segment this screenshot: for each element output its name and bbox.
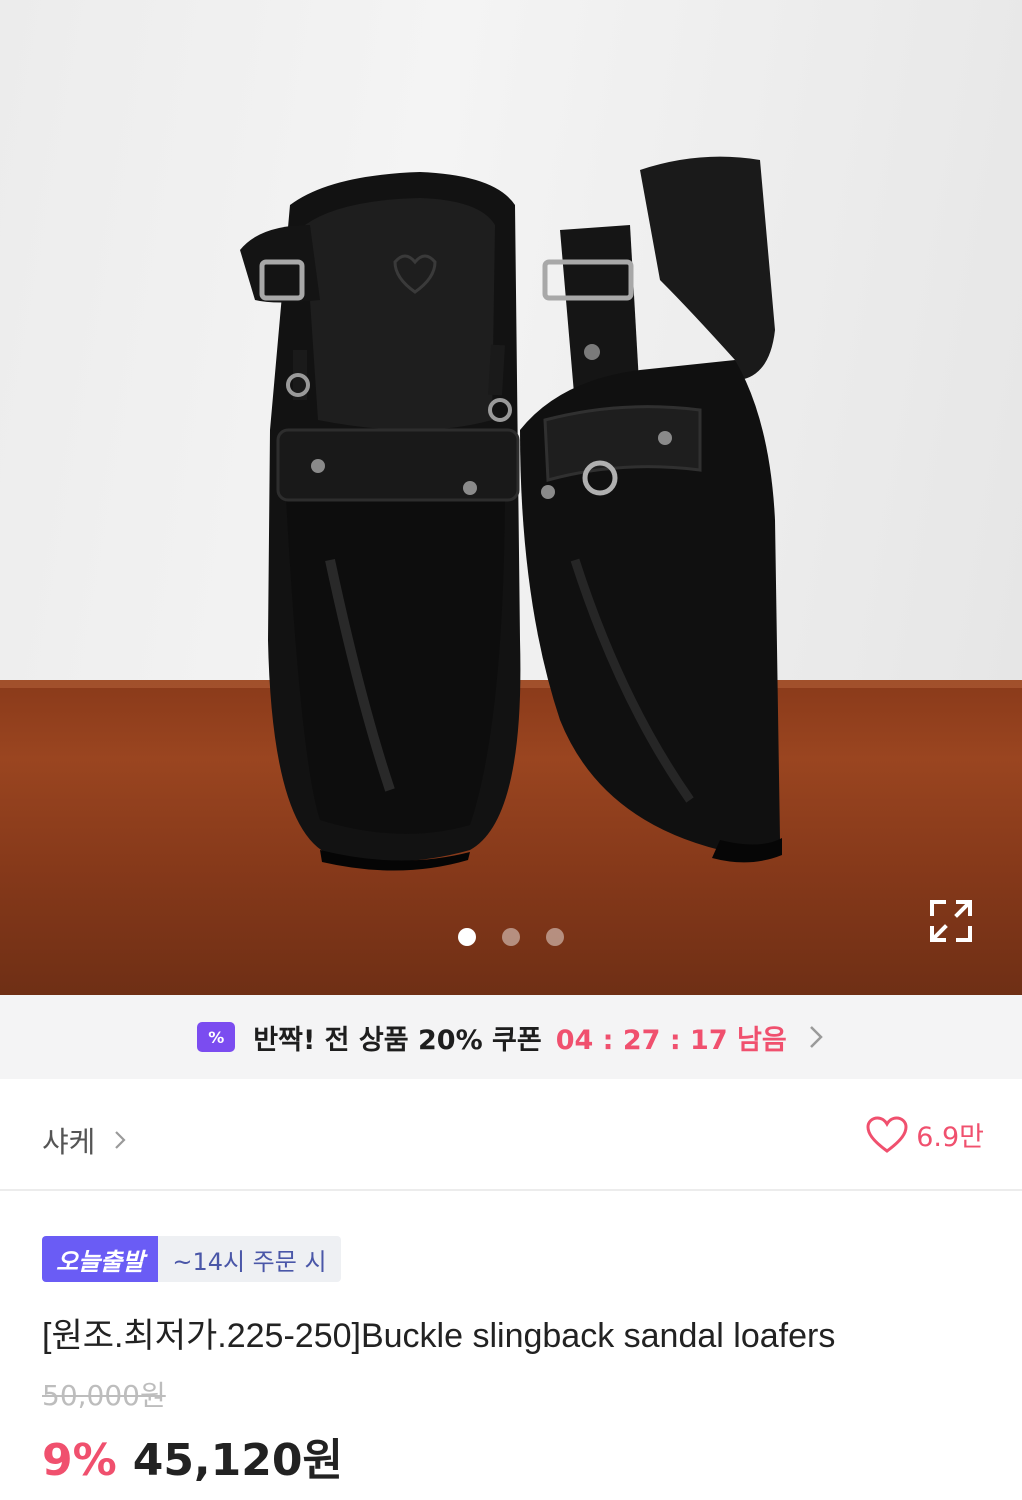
order-cutoff-badge: ~14시 주문 시 — [158, 1236, 341, 1282]
heart-outline-icon — [866, 1115, 908, 1153]
like-count: 6.9만 — [916, 1122, 984, 1153]
carousel-dot-1[interactable] — [458, 928, 476, 946]
carousel-dot-3[interactable] — [546, 928, 564, 946]
chevron-right-icon — [115, 1131, 126, 1149]
product-image-carousel[interactable] — [0, 0, 1022, 995]
coupon-percent-icon: % — [197, 1022, 236, 1052]
coupon-countdown-timer: 04 : 27 : 17 남음 — [555, 1024, 787, 1056]
sale-price: 45,120원 — [132, 1435, 343, 1486]
seller-name: 샤케 — [42, 1125, 96, 1159]
price-row: 9% 45,120원 — [42, 1424, 343, 1488]
product-title: [원조.최저가.225-250]Buckle slingback sandal … — [42, 1317, 836, 1355]
carousel-pagination — [0, 928, 1022, 946]
product-photo-shoes — [240, 156, 782, 871]
like-button[interactable]: 6.9만 — [866, 1115, 984, 1154]
expand-arrows-icon[interactable] — [928, 898, 974, 944]
today-shipping-badge: 오늘출발 — [42, 1236, 159, 1282]
carousel-dot-2[interactable] — [502, 928, 520, 946]
seller-row: 샤케 6.9만 — [0, 1079, 1022, 1191]
seller-link[interactable]: 샤케 — [42, 1119, 127, 1161]
left-shoe-illustration — [240, 172, 521, 871]
original-price: 50,000원 — [42, 1379, 166, 1412]
chevron-right-icon — [809, 1026, 823, 1048]
right-shoe-illustration — [520, 156, 782, 863]
discount-rate: 9% — [42, 1435, 117, 1486]
coupon-banner[interactable]: % 반짝! 전 상품 20% 쿠폰 04 : 27 : 17 남음 — [0, 995, 1022, 1079]
delivery-badges: 오늘출발 ~14시 주문 시 — [42, 1236, 341, 1282]
coupon-banner-text: 반짝! 전 상품 20% 쿠폰 — [253, 1024, 542, 1056]
